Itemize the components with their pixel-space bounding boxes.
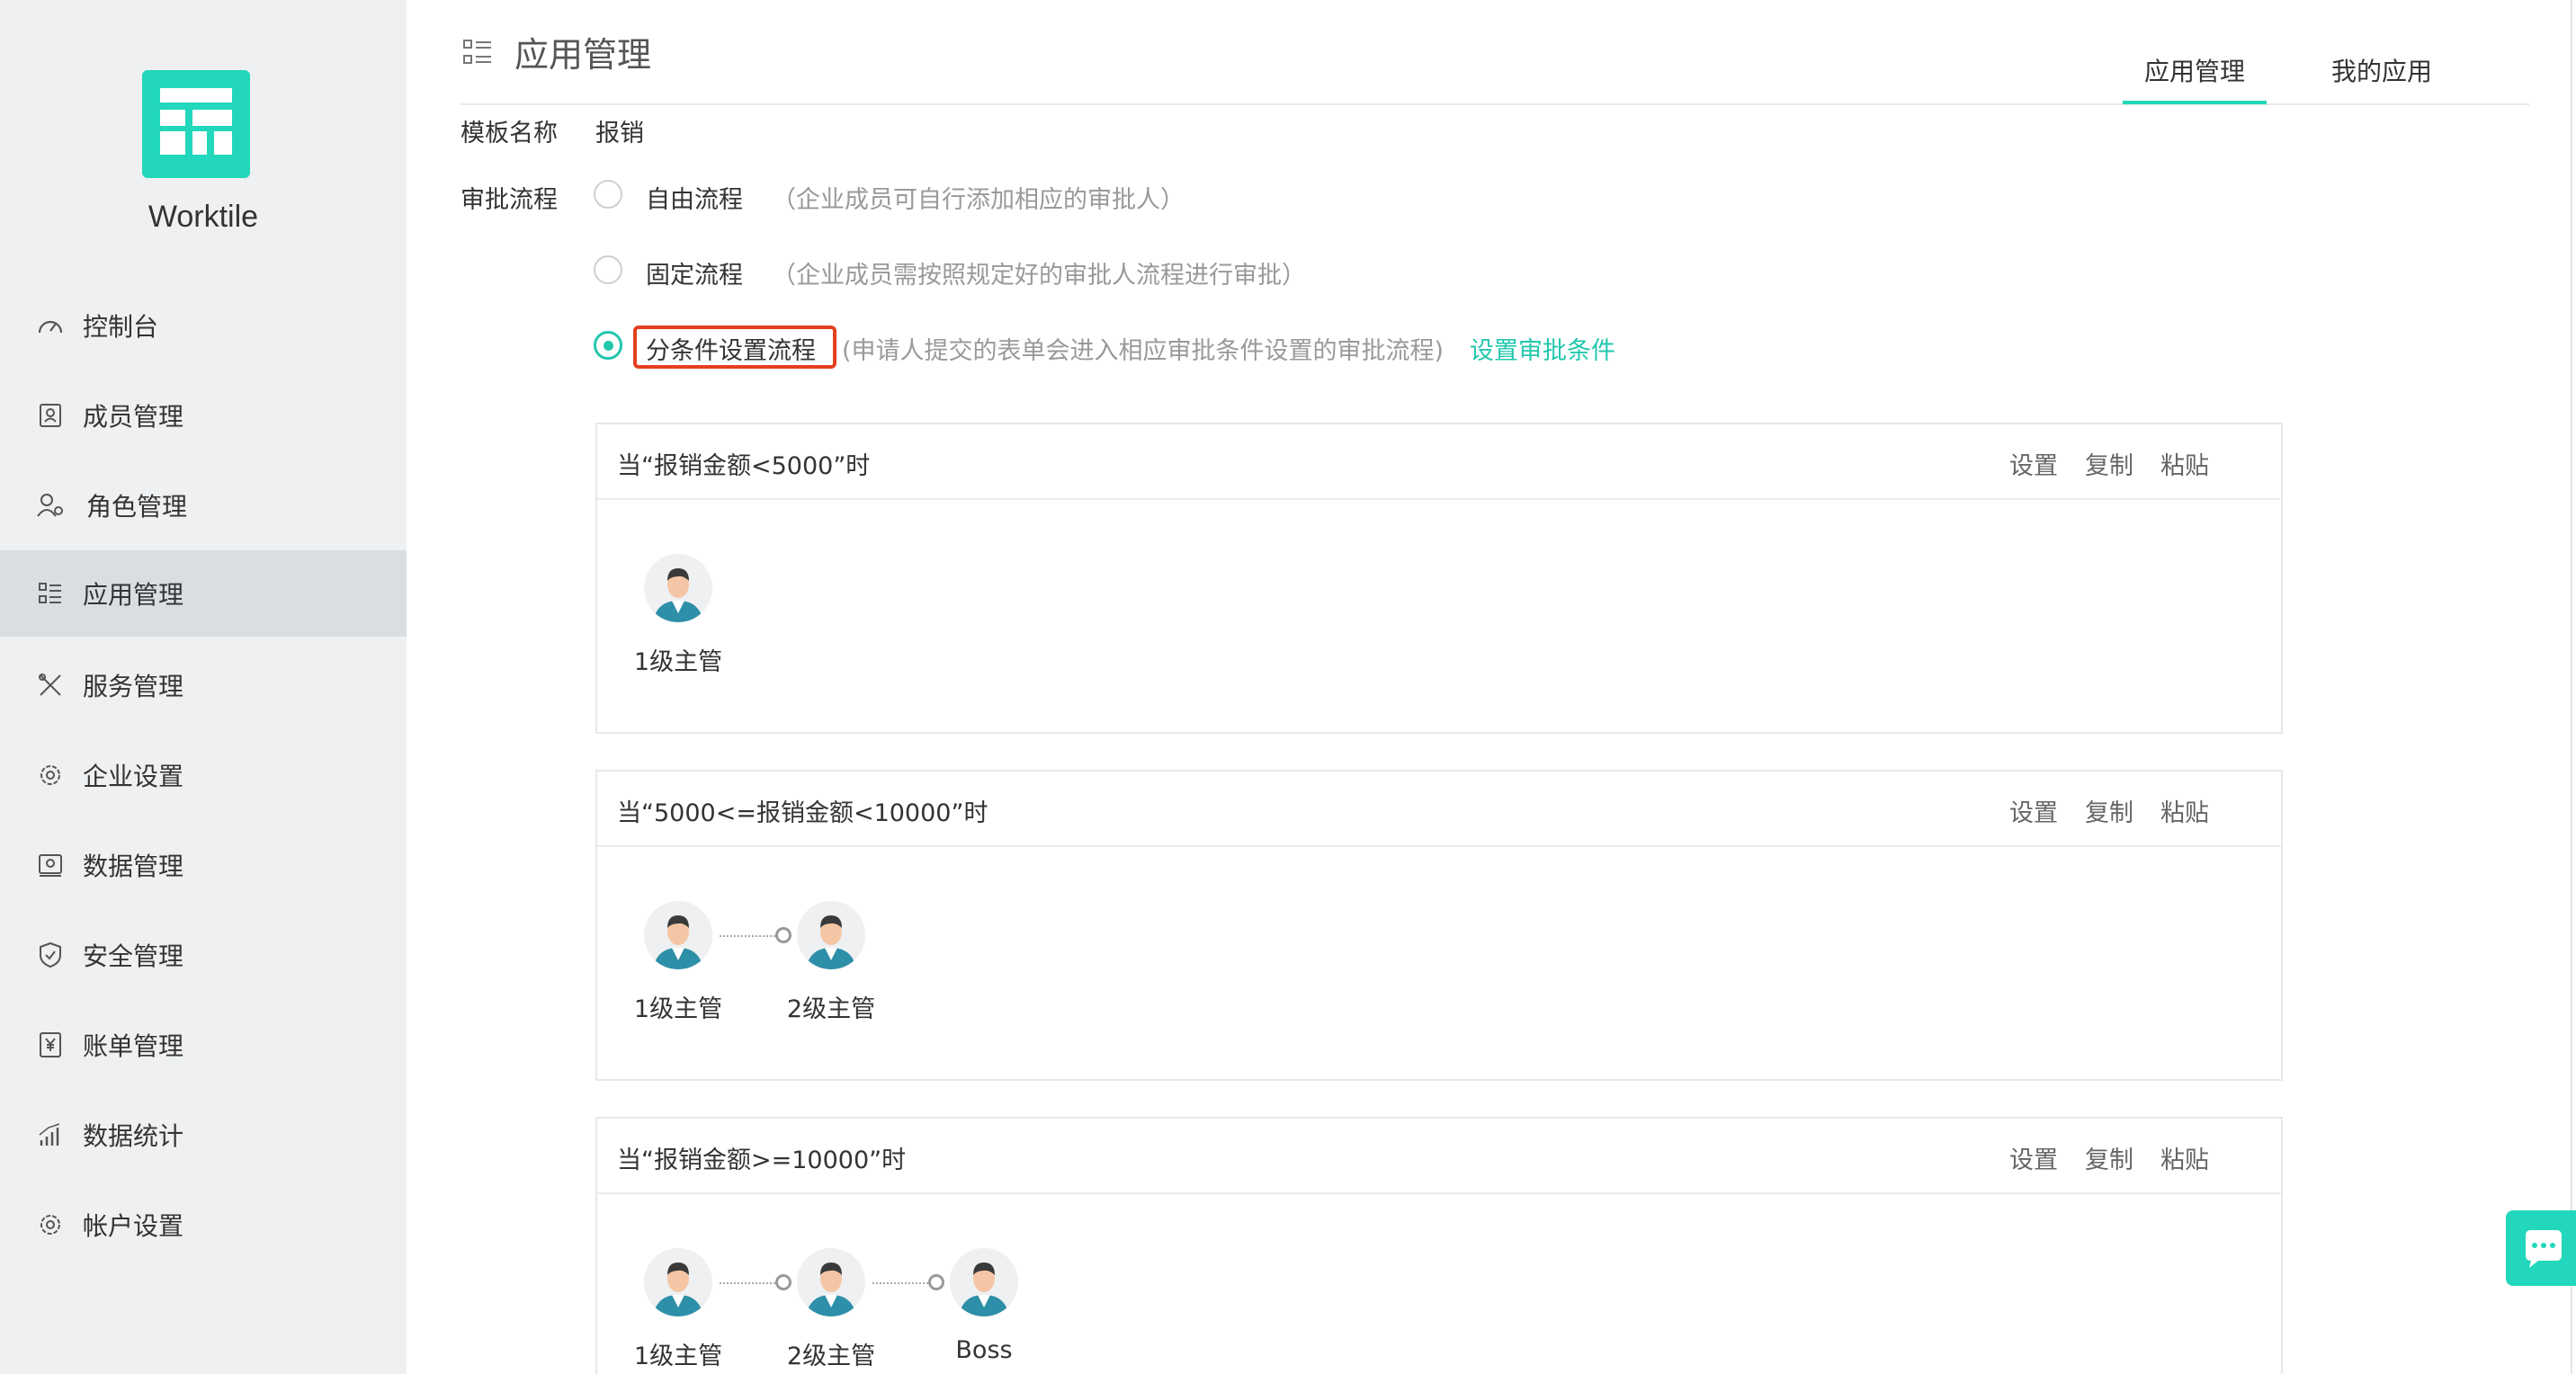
- chat-bubble-icon: [2526, 1230, 2562, 1268]
- sidebar-item-label: 安全管理: [83, 941, 184, 971]
- free-process-radio[interactable]: [594, 180, 622, 209]
- condition-title: 当“报销金额<5000”时: [617, 452, 871, 480]
- fixed-process-label[interactable]: 固定流程: [646, 255, 743, 290]
- condition-copy-button[interactable]: 复制: [2085, 1140, 2133, 1175]
- flow-connector: [720, 1282, 775, 1284]
- condition-settings-button[interactable]: 设置: [2009, 1140, 2058, 1175]
- approver-name: 2级主管: [786, 995, 876, 1023]
- approver-name: 1级主管: [633, 648, 723, 676]
- avatar: [797, 1248, 865, 1316]
- role-users-icon: [37, 494, 63, 517]
- sidebar-item-label: 控制台: [83, 312, 159, 342]
- gear-icon: [40, 765, 60, 785]
- avatar: [644, 554, 712, 622]
- sidebar-item-dashboard[interactable]: 控制台: [0, 282, 407, 369]
- data-drive-icon: [39, 854, 62, 877]
- condition-card-header: 当“报销金额<5000”时 设置 复制 粘贴: [597, 424, 2281, 500]
- condition-paste-button[interactable]: 粘贴: [2160, 1140, 2209, 1175]
- conditional-process-hint: (申请人提交的表单会进入相应审批条件设置的审批流程): [842, 337, 1445, 365]
- sidebar-item-label: 企业设置: [83, 762, 184, 791]
- tab-my-apps[interactable]: 我的应用: [2331, 52, 2432, 88]
- sidebar-item-label: 角色管理: [86, 492, 188, 522]
- bar-chart-icon: [39, 1123, 60, 1146]
- condition-title: 当“报销金额>=10000”时: [617, 1146, 907, 1174]
- sidebar-item-members[interactable]: 成员管理: [0, 372, 407, 459]
- member-card-icon: [40, 404, 61, 427]
- sidebar-item-statistics[interactable]: 数据统计: [0, 1092, 407, 1178]
- sidebar-item-label: 成员管理: [83, 402, 184, 432]
- condition-card: 当“5000<=报销金额<10000”时 设置 复制 粘贴 1级主管 2级主管: [595, 770, 2283, 1081]
- dashboard-icon: [38, 320, 63, 334]
- flow-connector: [872, 1282, 928, 1284]
- condition-card: 当“报销金额>=10000”时 设置 复制 粘贴 1级主管 2级主管 Boss: [595, 1117, 2283, 1374]
- app-list-icon: [39, 583, 61, 603]
- page-title: 应用管理: [514, 35, 652, 75]
- sidebar-item-security[interactable]: 安全管理: [0, 912, 407, 998]
- condition-card-header: 当“5000<=报销金额<10000”时 设置 复制 粘贴: [597, 772, 2281, 847]
- approver-name: Boss: [955, 1336, 1013, 1364]
- worktile-logo: [142, 70, 250, 178]
- condition-title: 当“5000<=报销金额<10000”时: [617, 799, 988, 827]
- free-process-label[interactable]: 自由流程: [646, 180, 743, 215]
- sidebar-item-company-settings[interactable]: 企业设置: [0, 732, 407, 818]
- content-right-border: [2571, 0, 2572, 1374]
- approver-name: 1级主管: [633, 1343, 723, 1370]
- fixed-process-radio[interactable]: [594, 255, 622, 284]
- avatar: [644, 1248, 712, 1316]
- sidebar-item-data[interactable]: 数据管理: [0, 822, 407, 908]
- template-name-value: 报销: [595, 120, 644, 147]
- brand-name: Worktile: [148, 200, 259, 234]
- condition-card: 当“报销金额<5000”时 设置 复制 粘贴 1级主管: [595, 423, 2283, 734]
- avatar: [644, 901, 712, 969]
- free-process-hint: （企业成员可自行添加相应的审批人）: [772, 186, 1185, 214]
- gear-icon: [40, 1215, 60, 1235]
- condition-card-header: 当“报销金额>=10000”时 设置 复制 粘贴: [597, 1119, 2281, 1194]
- sidebar-item-account-settings[interactable]: 帐户设置: [0, 1182, 407, 1268]
- condition-settings-button[interactable]: 设置: [2009, 446, 2058, 481]
- sidebar-item-billing[interactable]: 账单管理: [0, 1002, 407, 1088]
- shield-icon: [40, 941, 61, 968]
- tab-app-management[interactable]: 应用管理: [2144, 52, 2245, 88]
- sidebar: Worktile 控制台 成员管理 角色管理 应用管理 服务管理 企业设置 数据…: [0, 0, 407, 1374]
- sidebar-item-apps[interactable]: 应用管理: [0, 550, 407, 637]
- sidebar-item-label: 账单管理: [83, 1031, 184, 1061]
- flow-node: [928, 1274, 944, 1290]
- approver-name: 1级主管: [633, 995, 723, 1023]
- fixed-process-hint: （企业成员需按照规定好的审批人流程进行审批）: [772, 262, 1306, 290]
- sidebar-item-label: 应用管理: [83, 580, 184, 610]
- active-tab-indicator: [2123, 101, 2267, 104]
- conditional-process-label[interactable]: 分条件设置流程: [646, 331, 816, 366]
- chat-support-button[interactable]: [2506, 1210, 2576, 1286]
- avatar: [797, 901, 865, 969]
- sidebar-item-label: 帐户设置: [83, 1211, 184, 1241]
- condition-paste-button[interactable]: 粘贴: [2160, 446, 2209, 481]
- tools-icon: [39, 674, 61, 696]
- app-list-icon: [463, 40, 491, 64]
- approver-name: 2级主管: [786, 1343, 876, 1370]
- approval-process-label: 审批流程: [461, 186, 558, 214]
- flow-node: [775, 1274, 792, 1290]
- conditional-process-radio[interactable]: [594, 331, 622, 360]
- set-conditions-link[interactable]: 设置审批条件: [1470, 331, 1615, 366]
- condition-copy-button[interactable]: 复制: [2085, 793, 2133, 828]
- sidebar-item-label: 服务管理: [83, 672, 184, 701]
- template-name-label: 模板名称: [461, 120, 558, 147]
- flow-connector: [720, 935, 775, 937]
- sidebar-item-services[interactable]: 服务管理: [0, 642, 407, 728]
- condition-copy-button[interactable]: 复制: [2085, 446, 2133, 481]
- bill-yen-icon: [40, 1032, 61, 1057]
- sidebar-item-label: 数据统计: [83, 1121, 184, 1151]
- sidebar-item-roles[interactable]: 角色管理: [0, 462, 407, 549]
- avatar: [950, 1248, 1018, 1316]
- condition-paste-button[interactable]: 粘贴: [2160, 793, 2209, 828]
- flow-node: [775, 927, 792, 943]
- sidebar-item-label: 数据管理: [83, 852, 184, 881]
- condition-settings-button[interactable]: 设置: [2009, 793, 2058, 828]
